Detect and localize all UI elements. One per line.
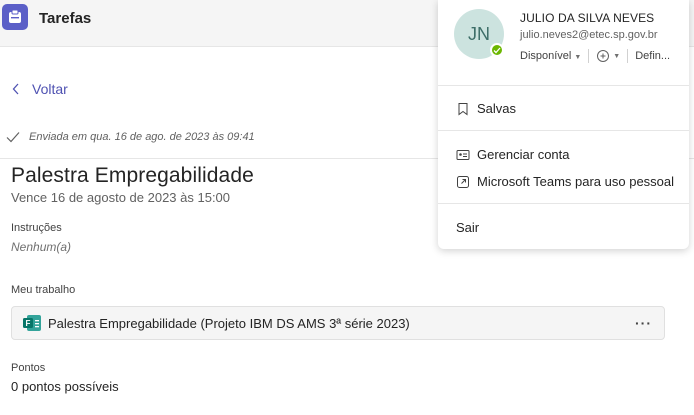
- chevron-left-icon: [12, 83, 19, 95]
- menu-item-label: Sair: [456, 220, 480, 235]
- back-label: Voltar: [32, 81, 68, 97]
- sent-status: Enviada em qua. 16 de ago. de 2023 às 09…: [6, 131, 255, 143]
- instructions-label: Instruções: [11, 222, 62, 234]
- work-item-label: Palestra Empregabilidade (Projeto IBM DS…: [48, 315, 410, 331]
- status-row: Disponível ▼ ▼ Defin...: [520, 49, 670, 63]
- more-options-button[interactable]: ···: [635, 315, 652, 331]
- divider: [438, 203, 689, 204]
- instructions-value: Nenhum(a): [11, 240, 72, 254]
- status-selector[interactable]: Disponível ▼: [520, 50, 581, 62]
- assignment-title: Palestra Empregabilidade: [11, 164, 254, 187]
- forms-icon: F: [23, 315, 41, 331]
- menu-item-teams-personal[interactable]: Microsoft Teams para uso pessoal: [456, 174, 674, 189]
- menu-item-label: Microsoft Teams para uso pessoal: [477, 174, 675, 189]
- chevron-down-icon: ▼: [613, 52, 621, 60]
- divider: [438, 130, 689, 131]
- divider: [438, 85, 689, 86]
- status-message-button[interactable]: ▼: [596, 49, 620, 63]
- user-email: julio.neves2@etec.sp.gov.br: [520, 29, 658, 41]
- separator: [588, 49, 590, 63]
- bookmark-icon: [458, 102, 468, 115]
- user-name: JULIO DA SILVA NEVES: [520, 11, 655, 25]
- points-label: Pontos: [11, 362, 46, 374]
- menu-item-label: Gerenciar conta: [477, 147, 570, 162]
- profile-panel: JN JULIO DA SILVA NEVES julio.neves2@ete…: [438, 0, 689, 249]
- back-link[interactable]: Voltar: [12, 80, 68, 98]
- my-work-label: Meu trabalho: [11, 284, 76, 296]
- add-status-message-icon: [597, 50, 610, 62]
- status-label: Disponível: [520, 50, 572, 62]
- open-external-icon: [457, 175, 469, 188]
- presence-available-icon: [490, 43, 504, 57]
- menu-item-saved[interactable]: Salvas: [456, 101, 516, 116]
- menu-item-manage-account[interactable]: Gerenciar conta: [456, 147, 570, 162]
- sent-text: Enviada em qua. 16 de ago. de 2023 às 09…: [29, 131, 255, 143]
- settings-link[interactable]: Defin...: [635, 50, 670, 62]
- sign-out-button[interactable]: Sair: [456, 220, 479, 235]
- points-value: 0 pontos possíveis: [11, 379, 119, 394]
- assignments-icon[interactable]: [2, 4, 28, 30]
- checkmark-icon: [6, 132, 20, 143]
- svg-text:F: F: [26, 319, 31, 328]
- chevron-down-icon: ▼: [574, 54, 582, 61]
- separator: [627, 49, 629, 63]
- due-date: Vence 16 de agosto de 2023 às 15:00: [11, 190, 231, 205]
- work-item-card[interactable]: F Palestra Empregabilidade (Projeto IBM …: [11, 306, 665, 340]
- contact-card-icon: [456, 149, 470, 160]
- menu-item-label: Salvas: [477, 101, 517, 116]
- app-title: Tarefas: [39, 10, 92, 27]
